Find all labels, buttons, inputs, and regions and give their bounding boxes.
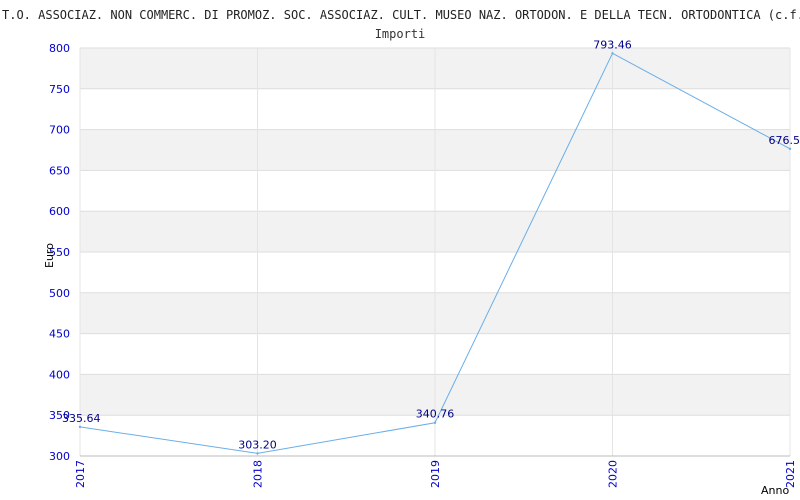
data-point [788,147,792,150]
y-tick-label: 750 [49,83,70,96]
y-tick-label: 800 [49,42,70,55]
x-tick-label: 2017 [74,460,87,488]
y-tick-label: 650 [49,164,70,177]
data-label: 676.5 [769,134,800,147]
y-tick-label: 600 [49,205,70,218]
y-tick-label: 400 [49,368,70,381]
data-label: 303.20 [238,438,277,451]
x-tick-label: 2019 [429,460,442,488]
data-label: 793.46 [593,38,632,51]
data-label: 335.64 [62,412,101,425]
data-point [256,452,259,455]
data-point [433,421,437,424]
data-label: 340.76 [416,408,455,421]
x-axis-title: Anno [761,484,789,497]
y-tick-label: 300 [49,450,70,463]
x-tick-label: 2020 [607,460,620,488]
chart-title: T.O. ASSOCIAZ. NON COMMERC. DI PROMOZ. S… [2,8,800,22]
y-tick-label: 700 [49,124,70,137]
x-axis: 2017 2018 2019 2020 2021 [74,460,797,488]
line-chart: T.O. ASSOCIAZ. NON COMMERC. DI PROMOZ. S… [2,8,800,497]
data-point [78,425,82,429]
chart-subtitle: Importi [375,27,426,41]
x-tick-label: 2018 [252,460,265,488]
y-tick-label: 450 [49,328,70,341]
data-point [611,52,614,55]
y-axis-title: Euro [43,243,56,268]
y-tick-label: 500 [49,287,70,300]
grid-bands [79,47,791,457]
